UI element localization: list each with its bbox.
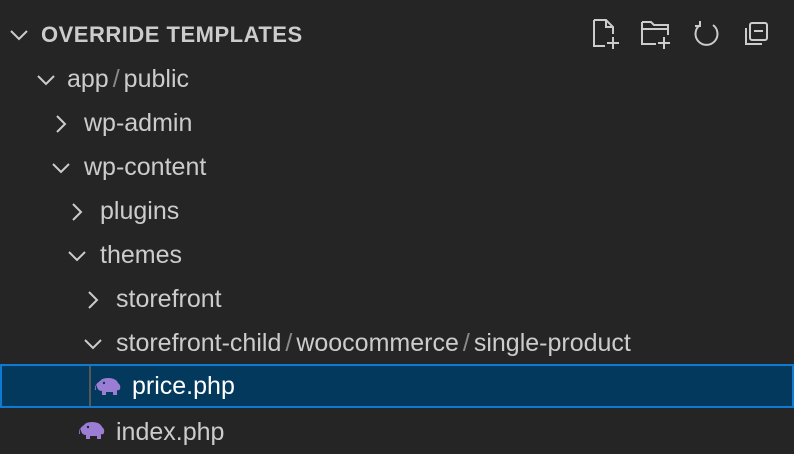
tree-item-storefront[interactable]: storefront: [0, 277, 794, 321]
chevron-down-icon: [52, 163, 70, 174]
new-file-icon: [593, 19, 619, 49]
chevron-down-icon: [68, 251, 86, 262]
tree-item-label: wp-content: [84, 153, 207, 181]
tree-item-label: themes: [100, 241, 182, 269]
tree-item-app-public[interactable]: app / public: [0, 57, 794, 101]
path-separator: /: [462, 329, 470, 357]
section-actions: [590, 18, 772, 50]
chevron-right-icon: [56, 115, 67, 133]
tree-item-wp-admin[interactable]: wp-admin: [0, 101, 794, 145]
tree-item-storefront-child[interactable]: storefront-child / woocommerce / single-prod…: [0, 321, 794, 365]
new-folder-button[interactable]: [640, 18, 672, 50]
new-folder-icon: [641, 21, 670, 49]
chevron-down-icon[interactable]: [8, 24, 30, 46]
chevron-right-icon: [88, 291, 99, 309]
path-segment: single-product: [473, 329, 631, 357]
refresh-icon: [694, 21, 719, 46]
php-elephant-icon: [78, 422, 105, 439]
tree-item-price-php[interactable]: price.php: [0, 364, 794, 408]
tree-item-label: storefront: [116, 285, 222, 313]
tree-item-label: storefront-child / woocommerce / single-prod…: [116, 329, 631, 357]
refresh-button[interactable]: [690, 18, 722, 50]
section-header[interactable]: OVERRIDE TEMPLATES: [0, 12, 794, 56]
section-title: OVERRIDE TEMPLATES: [41, 22, 303, 47]
collapse-all-icon: [745, 22, 768, 45]
path-segment: storefront-child: [116, 329, 282, 357]
path-segment: app: [67, 65, 109, 93]
php-elephant-icon: [94, 378, 121, 395]
tree-item-themes[interactable]: themes: [0, 233, 794, 277]
tree-item-label: app / public: [67, 65, 189, 93]
path-separator: /: [285, 329, 293, 357]
path-separator: /: [112, 65, 120, 93]
tree-item-label: price.php: [132, 372, 235, 400]
tree-item-plugins[interactable]: plugins: [0, 189, 794, 233]
indent-guide: [89, 366, 91, 406]
chevron-right-icon: [72, 203, 83, 221]
tree-item-label: index.php: [116, 418, 225, 446]
new-file-button[interactable]: [590, 18, 622, 50]
chevron-down-icon: [37, 75, 55, 86]
collapse-all-button[interactable]: [740, 18, 772, 50]
path-segment: public: [123, 65, 189, 93]
tree-item-label: plugins: [100, 197, 180, 225]
tree-item-index-php[interactable]: index.php: [0, 410, 794, 454]
tree-item-wp-content[interactable]: wp-content: [0, 145, 794, 189]
chevron-down-icon: [84, 339, 102, 350]
path-segment: woocommerce: [296, 329, 459, 357]
tree-item-label: wp-admin: [84, 109, 193, 137]
